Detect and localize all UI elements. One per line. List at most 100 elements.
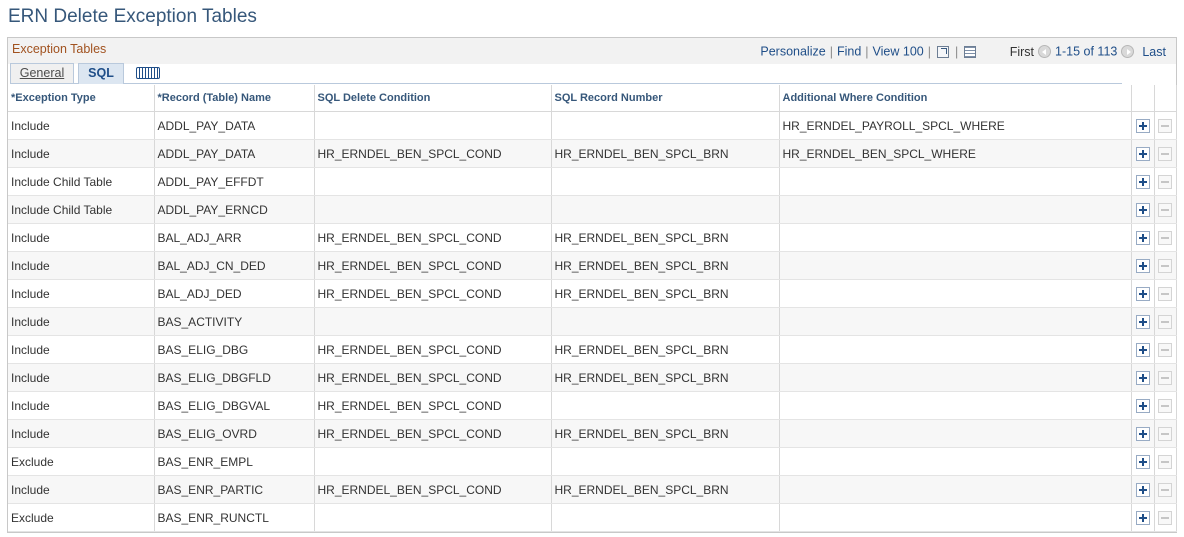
add-row-icon[interactable]	[1135, 482, 1150, 497]
delete-row-icon[interactable]	[1158, 118, 1172, 133]
add-row-cell	[1131, 447, 1155, 476]
column-header-sql-delete-condition[interactable]: SQL Delete Condition	[314, 85, 552, 112]
add-row-icon[interactable]	[1135, 510, 1150, 525]
find-link[interactable]: Find	[837, 45, 861, 59]
add-row-cell	[1131, 167, 1155, 196]
table-row: Include BAS_ELIG_DBG HR_ERNDEL_BEN_SPCL_CO…	[8, 335, 1177, 364]
exception-type-cell: Include Child Table	[8, 167, 155, 196]
delete-row-icon[interactable]	[1158, 426, 1172, 441]
next-arrow-icon[interactable]	[1121, 45, 1135, 59]
exception-type-cell: Exclude	[8, 447, 155, 476]
add-row-icon[interactable]	[1135, 342, 1150, 357]
add-row-icon[interactable]	[1135, 426, 1150, 441]
delete-row-cell	[1154, 475, 1177, 504]
add-row-icon[interactable]	[1135, 314, 1150, 329]
delete-row-cell	[1154, 363, 1177, 392]
delete-row-icon[interactable]	[1158, 174, 1172, 189]
add-row-icon[interactable]	[1135, 286, 1150, 301]
delete-row-icon[interactable]	[1158, 342, 1172, 357]
add-row-icon[interactable]	[1135, 454, 1150, 469]
additional-where-condition-cell	[779, 167, 1132, 196]
sql-record-number-cell: HR_ERNDEL_BEN_SPCL_BRN	[551, 139, 780, 168]
add-row-cell	[1131, 139, 1155, 168]
add-row-icon[interactable]	[1135, 370, 1150, 385]
delete-row-icon[interactable]	[1158, 146, 1172, 161]
exception-type-cell: Include	[8, 335, 155, 364]
sql-delete-condition-cell: HR_ERNDEL_BEN_SPCL_COND	[314, 363, 552, 392]
sql-record-number-cell: HR_ERNDEL_BEN_SPCL_BRN	[551, 419, 780, 448]
add-row-icon[interactable]	[1135, 146, 1150, 161]
separator: |	[927, 44, 931, 59]
sql-record-number-cell	[551, 503, 780, 532]
last-link[interactable]: Last	[1142, 45, 1166, 59]
sql-record-number-cell	[551, 307, 780, 336]
table-row: Include BAL_ADJ_DED HR_ERNDEL_BEN_SPCL_CON…	[8, 279, 1177, 308]
delete-row-icon[interactable]	[1158, 314, 1172, 329]
delete-row-icon[interactable]	[1158, 202, 1172, 217]
delete-row-icon[interactable]	[1158, 398, 1172, 413]
add-row-cell	[1131, 279, 1155, 308]
column-header-exception-type[interactable]: *Exception Type	[8, 85, 155, 112]
delete-row-cell	[1154, 139, 1177, 168]
row-count: 1-15 of 113	[1055, 44, 1118, 59]
sql-record-number-cell: HR_ERNDEL_BEN_SPCL_BRN	[551, 223, 780, 252]
additional-where-condition-cell	[779, 251, 1132, 280]
sql-record-number-cell: HR_ERNDEL_BEN_SPCL_BRN	[551, 335, 780, 364]
grid-header-bar: Exception Tables Personalize | Find | View 1…	[8, 38, 1176, 64]
sql-record-number-cell	[551, 195, 780, 224]
exception-tables-grid: Exception Tables Personalize | Find | View 1…	[7, 37, 1177, 533]
record-name-cell: BAS_ELIG_DBGVAL	[154, 391, 315, 420]
sql-record-number-cell	[551, 391, 780, 420]
add-row-icon[interactable]	[1135, 230, 1150, 245]
exception-type-cell: Include	[8, 363, 155, 392]
additional-where-condition-cell: HR_ERNDEL_PAYROLL_SPCL_WHERE	[779, 111, 1132, 140]
personalize-link[interactable]: Personalize	[760, 45, 825, 59]
sql-delete-condition-cell	[314, 167, 552, 196]
record-name-cell: BAS_ENR_PARTIC	[154, 475, 315, 504]
grid-tabs: General SQL	[10, 63, 1122, 84]
add-row-icon[interactable]	[1135, 258, 1150, 273]
separator: |	[954, 44, 959, 59]
add-row-icon[interactable]	[1135, 118, 1150, 133]
tab-general[interactable]: General	[10, 63, 74, 83]
exception-type-cell: Include	[8, 111, 155, 140]
delete-row-icon[interactable]	[1158, 510, 1172, 525]
add-row-icon[interactable]	[1135, 174, 1150, 189]
sql-record-number-cell	[551, 111, 780, 140]
sql-delete-condition-cell	[314, 447, 552, 476]
delete-row-cell	[1154, 447, 1177, 476]
additional-where-condition-cell	[779, 195, 1132, 224]
additional-where-condition-cell	[779, 335, 1132, 364]
column-header-record-name[interactable]: *Record (Table) Name	[154, 85, 315, 112]
delete-row-icon[interactable]	[1158, 286, 1172, 301]
add-row-cell	[1131, 195, 1155, 224]
delete-row-icon[interactable]	[1158, 370, 1172, 385]
column-header-add	[1131, 85, 1155, 112]
add-row-icon[interactable]	[1135, 398, 1150, 413]
column-header-additional-where-condition[interactable]: Additional Where Condition	[779, 85, 1132, 112]
zoom-grid-icon[interactable]	[936, 45, 949, 58]
exception-type-cell: Include	[8, 391, 155, 420]
add-row-cell	[1131, 391, 1155, 420]
tab-sql[interactable]: SQL	[78, 63, 124, 84]
download-to-excel-icon[interactable]	[964, 45, 977, 58]
delete-row-icon[interactable]	[1158, 258, 1172, 273]
sql-delete-condition-cell: HR_ERNDEL_BEN_SPCL_COND	[314, 335, 552, 364]
delete-row-icon[interactable]	[1158, 482, 1172, 497]
add-row-cell	[1131, 223, 1155, 252]
column-header-sql-record-number[interactable]: SQL Record Number	[551, 85, 780, 112]
record-name-cell: BAS_ELIG_DBG	[154, 335, 315, 364]
delete-row-icon[interactable]	[1158, 454, 1172, 469]
add-row-icon[interactable]	[1135, 202, 1150, 217]
exception-type-cell: Include Child Table	[8, 195, 155, 224]
table-row: Exclude BAS_ENR_RUNCTL	[8, 503, 1177, 532]
additional-where-condition-cell	[779, 447, 1132, 476]
delete-row-icon[interactable]	[1158, 230, 1172, 245]
table-row: Include BAS_ELIG_DBGVAL HR_ERNDEL_BEN_SPCL…	[8, 391, 1177, 420]
previous-arrow-icon[interactable]	[1038, 45, 1052, 59]
separator: |	[829, 44, 833, 59]
show-all-columns-icon[interactable]	[136, 67, 160, 79]
table-row: Include ADDL_PAY_DATA HR_ERNDEL_PAYROLL_SP…	[8, 111, 1177, 140]
view-100-link[interactable]: View 100	[873, 45, 924, 59]
add-row-cell	[1131, 503, 1155, 532]
